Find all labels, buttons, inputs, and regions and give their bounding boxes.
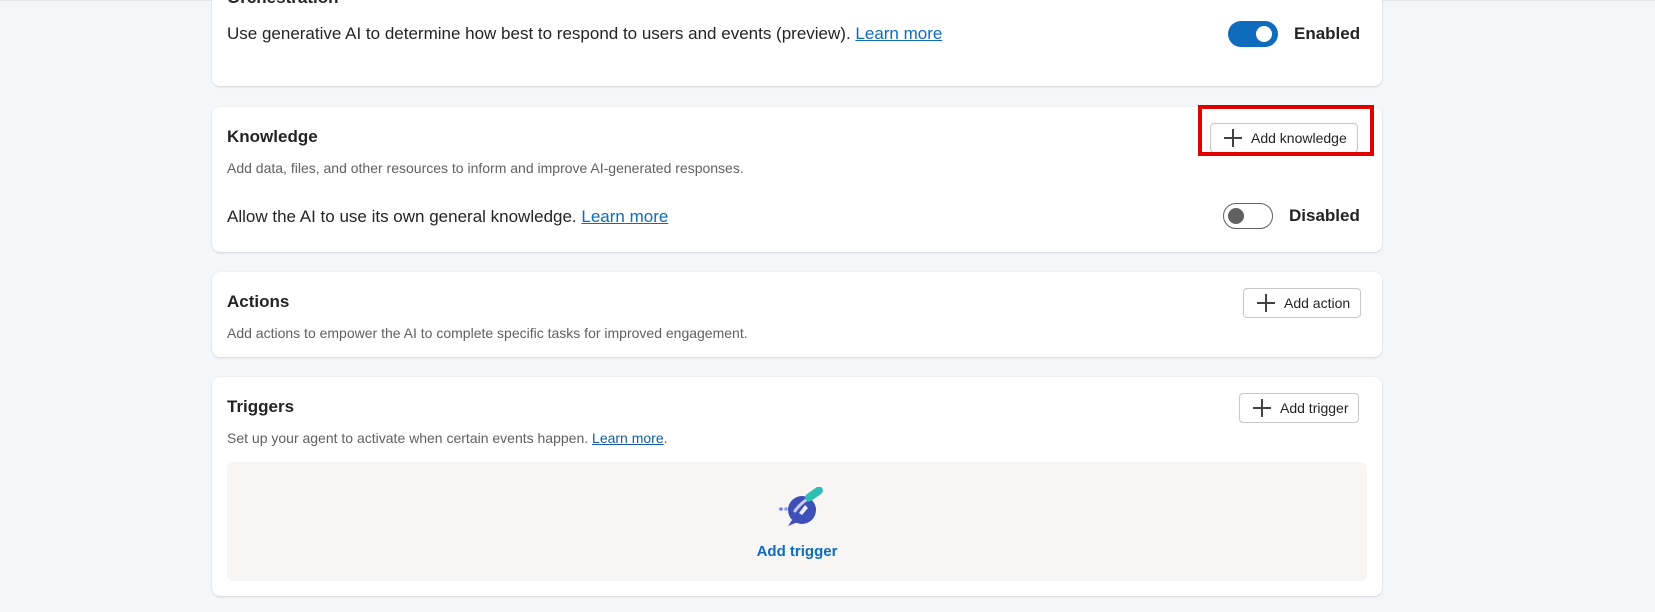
- plus-icon: [1252, 398, 1272, 418]
- plus-icon: [1223, 128, 1243, 148]
- knowledge-title: Knowledge: [227, 127, 318, 146]
- general-knowledge-description: Allow the AI to use its own general know…: [227, 207, 577, 226]
- triggers-description-row: Set up your agent to activate when certa…: [227, 430, 668, 446]
- orchestration-learn-more-link[interactable]: Learn more: [855, 24, 942, 43]
- orchestration-toggle-label: Enabled: [1294, 24, 1361, 43]
- toggle-knob: [1256, 26, 1272, 42]
- knowledge-card: Knowledge Add data, files, and other res…: [212, 107, 1382, 252]
- add-trigger-link[interactable]: Add trigger: [227, 543, 1367, 560]
- trigger-illustration-icon: [779, 487, 823, 526]
- add-trigger-label: Add trigger: [1280, 400, 1349, 416]
- orchestration-card: Orchestration Use generative AI to deter…: [212, 0, 1382, 86]
- orchestration-title: Orchestration: [227, 0, 338, 8]
- triggers-title: Triggers: [227, 397, 295, 416]
- orchestration-toggle[interactable]: [1228, 21, 1278, 47]
- toggle-knob: [1228, 208, 1244, 224]
- plus-icon: [1256, 293, 1276, 313]
- general-knowledge-toggle-group: Disabled: [1223, 203, 1360, 229]
- general-knowledge-learn-more-link[interactable]: Learn more: [581, 207, 668, 226]
- agent-settings-page: Orchestration Use generative AI to deter…: [0, 0, 1655, 612]
- triggers-description: Set up your agent to activate when certa…: [227, 430, 589, 446]
- add-trigger-button[interactable]: Add trigger: [1239, 393, 1360, 423]
- general-knowledge-toggle-label: Disabled: [1289, 206, 1360, 225]
- triggers-learn-more-link[interactable]: Learn more: [592, 430, 664, 446]
- orchestration-text: Use generative AI to determine how best …: [227, 24, 942, 44]
- actions-title: Actions: [227, 292, 290, 311]
- add-knowledge-label: Add knowledge: [1251, 130, 1347, 146]
- triggers-period: .: [663, 430, 668, 446]
- actions-description: Add actions to empower the AI to complet…: [227, 325, 748, 341]
- add-knowledge-button[interactable]: Add knowledge: [1210, 123, 1358, 153]
- general-knowledge-toggle[interactable]: [1223, 203, 1273, 229]
- orchestration-toggle-group: Enabled: [1228, 21, 1360, 47]
- orchestration-description: Use generative AI to determine how best …: [227, 24, 851, 43]
- knowledge-description: Add data, files, and other resources to …: [227, 160, 744, 176]
- triggers-empty-state: Add trigger: [227, 462, 1367, 581]
- actions-card: Actions Add actions to empower the AI to…: [212, 272, 1382, 357]
- add-action-label: Add action: [1284, 295, 1351, 311]
- general-knowledge-text: Allow the AI to use its own general know…: [227, 207, 668, 227]
- triggers-card: Triggers Set up your agent to activate w…: [212, 377, 1382, 596]
- add-action-button[interactable]: Add action: [1243, 288, 1362, 318]
